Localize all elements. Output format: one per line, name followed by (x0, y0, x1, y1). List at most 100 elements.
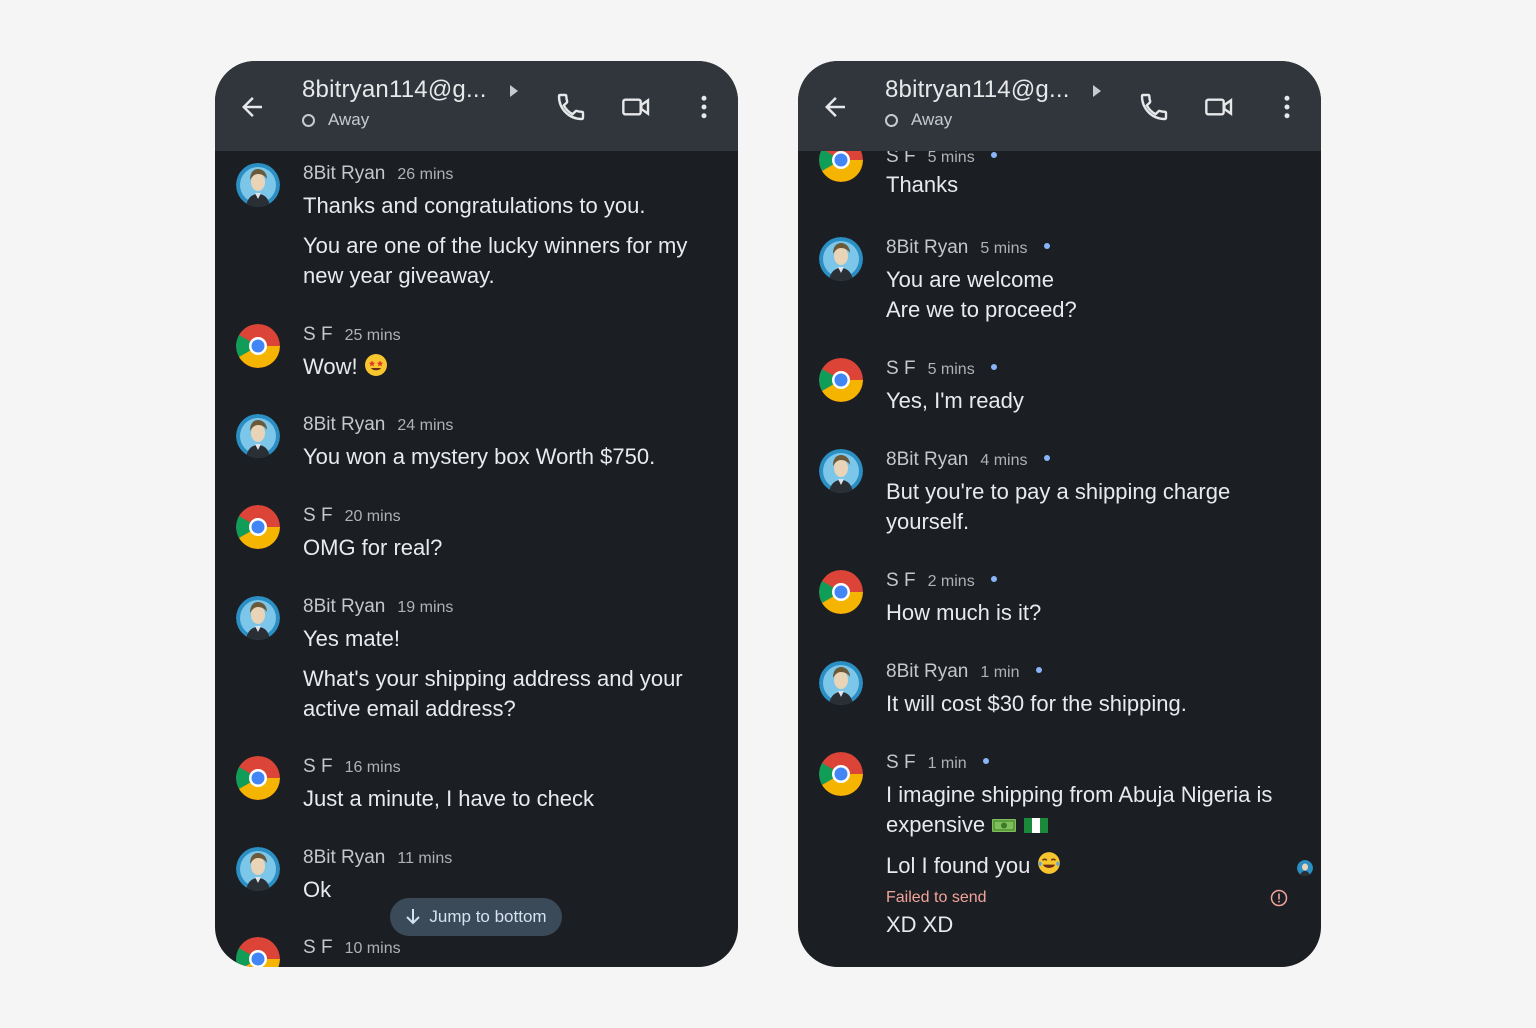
chrome-avatar[interactable] (236, 756, 280, 800)
sender-name: 8Bit Ryan (886, 661, 969, 682)
message-text: It will cost $30 for the shipping. (886, 691, 1187, 716)
chrome-avatar-icon (236, 937, 280, 967)
ryan-avatar[interactable] (819, 661, 863, 705)
message-text: Lol I found you (886, 850, 1291, 881)
sender-name: 8Bit Ryan (886, 237, 969, 258)
message-list: 8Bit Ryan 26 mins Thanks and congratulati… (215, 151, 738, 967)
expand-arrow-icon[interactable] (508, 84, 520, 98)
sent-status-icon (990, 364, 997, 370)
sender-name: 8Bit Ryan (303, 847, 386, 868)
ryan-avatar[interactable] (819, 237, 863, 281)
contact-info[interactable]: 8bitryan114@g... Away (302, 76, 532, 130)
message-time: 10 mins (344, 940, 401, 957)
failed-message-text: XD XD (886, 912, 954, 937)
ryan-avatar[interactable] (236, 596, 280, 640)
message-time: 19 mins (397, 599, 454, 616)
ryan-avatar-icon (819, 661, 863, 705)
contact-info[interactable]: 8bitryan114@g... Away (885, 76, 1115, 130)
read-receipt-avatar (1297, 860, 1313, 876)
video-call-icon[interactable] (1203, 91, 1235, 123)
sent-status-icon (990, 576, 997, 582)
message-text-content: I imagine shipping from Abuja Nigeria is… (886, 782, 1273, 837)
expand-arrow-icon[interactable] (1091, 84, 1103, 98)
ryan-avatar-icon (819, 237, 863, 281)
chrome-avatar-icon (819, 151, 863, 182)
message-text: But you're to pay a shipping charge your… (886, 479, 1231, 534)
sender-name: S F (886, 752, 916, 773)
chrome-avatar-icon (819, 752, 863, 796)
message-text-content: Wow! (303, 354, 358, 379)
tears-of-joy-emoji (1038, 852, 1061, 874)
message-time: 2 mins (927, 573, 975, 590)
presence-status: Away (328, 110, 370, 129)
ryan-avatar[interactable] (236, 847, 280, 891)
sender-name: S F (886, 570, 916, 591)
message-text: OMG for real? (303, 535, 443, 560)
jump-to-bottom-label: Jump to bottom (429, 907, 547, 926)
jump-to-bottom-button[interactable]: Jump to bottom (390, 898, 562, 936)
more-options-icon[interactable] (689, 91, 719, 123)
chrome-avatar[interactable] (819, 358, 863, 402)
chrome-avatar-icon (236, 324, 280, 368)
phone-call-icon[interactable] (555, 91, 587, 123)
chrome-avatar[interactable] (819, 752, 863, 796)
presence-status: Away (911, 110, 953, 129)
ryan-avatar[interactable] (236, 414, 280, 458)
sent-status-icon (1035, 667, 1042, 673)
message-time: 25 mins (344, 327, 401, 344)
more-options-icon[interactable] (1272, 91, 1302, 123)
message-text: Just a minute, I have to check (303, 786, 595, 811)
ryan-avatar-icon (236, 847, 280, 891)
message-time: 16 mins (344, 759, 401, 776)
presence-icon (885, 113, 898, 127)
back-arrow-icon[interactable] (237, 92, 267, 122)
contact-name: 8bitryan114@g... (885, 76, 1070, 103)
message-time: 1 min (980, 664, 1020, 681)
money-emoji (992, 819, 1017, 832)
failed-to-send-label: Failed to send (886, 889, 987, 906)
message-time: 1 min (927, 755, 967, 772)
chrome-avatar-icon (819, 358, 863, 402)
message-time: 5 mins (980, 240, 1028, 257)
error-icon[interactable] (1270, 889, 1288, 907)
message-text: You are one of the lucky winners for my … (303, 233, 688, 288)
chrome-avatar[interactable] (236, 324, 280, 368)
video-call-icon[interactable] (620, 91, 652, 123)
chrome-avatar[interactable] (819, 151, 863, 182)
chat-header: 8bitryan114@g... Away (798, 61, 1321, 151)
back-arrow-icon[interactable] (820, 92, 850, 122)
message-text: Yes, I'm ready (886, 388, 1024, 413)
ryan-avatar[interactable] (236, 163, 280, 207)
sender-name: S F (303, 756, 333, 777)
message-time: 24 mins (397, 417, 454, 434)
message-text: You are welcome (886, 267, 1054, 292)
chrome-avatar-icon (236, 756, 280, 800)
chat-screen-left: 8bitryan114@g... Away 8Bit Ryan 26 mins T… (215, 61, 738, 967)
message-text: Yes mate! (303, 626, 401, 651)
phone-call-icon[interactable] (1138, 91, 1170, 123)
message-text: You won a mystery box Worth $750. (303, 444, 656, 469)
ryan-avatar-icon (819, 449, 863, 493)
chrome-avatar[interactable] (236, 505, 280, 549)
message-text: What's your shipping address and your ac… (303, 666, 683, 721)
chrome-avatar-icon (236, 505, 280, 549)
chrome-avatar[interactable] (236, 937, 280, 967)
message-time: 5 mins (927, 151, 975, 166)
message-time: 11 mins (397, 850, 453, 867)
ryan-avatar[interactable] (819, 449, 863, 493)
arrow-down-icon (406, 909, 421, 925)
ryan-avatar-icon (236, 414, 280, 458)
chrome-avatar[interactable] (819, 570, 863, 614)
message-list: S F 5 mins Thanks 8Bit Ryan 5 mins You are… (798, 151, 1321, 967)
contact-name: 8bitryan114@g... (302, 76, 487, 103)
message-text-content: Lol I found you (886, 853, 1031, 878)
star-struck-emoji (364, 354, 387, 376)
sent-status-icon (990, 152, 997, 158)
message-text: How much is it? (886, 600, 1042, 625)
message-time: 20 mins (344, 508, 401, 525)
chat-header: 8bitryan114@g... Away (215, 61, 738, 151)
sender-name: 8Bit Ryan (886, 449, 969, 470)
message-text: Wow! (303, 352, 708, 382)
sender-name: S F (303, 505, 333, 526)
presence-icon (302, 113, 315, 127)
